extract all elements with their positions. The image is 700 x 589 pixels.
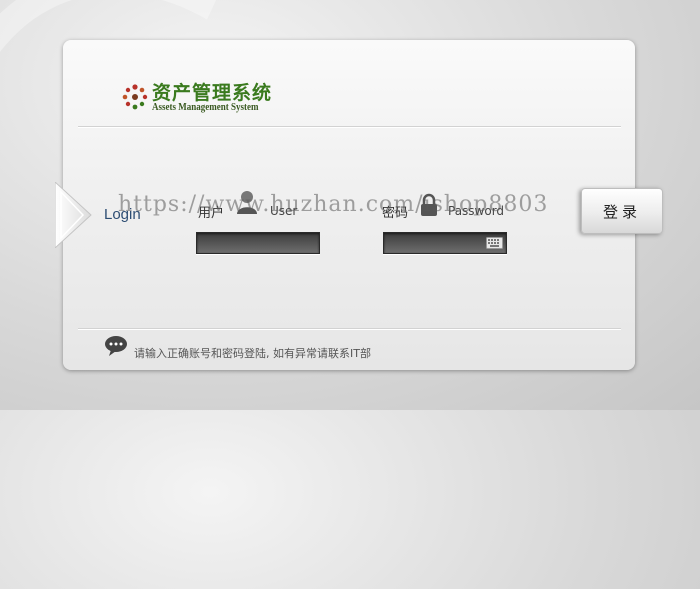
login-tip: 请输入正确账号和密码登陆, 如有异常请联系IT部 [134, 347, 371, 360]
logo-dots-icon [122, 84, 148, 110]
watermark-text: https://www.huzhan.com/ishop8803 [118, 192, 549, 217]
chat-bubble-icon [105, 336, 127, 356]
app-logo: 资产管理系统 Assets Management System [122, 78, 292, 118]
login-button[interactable]: 登录 [581, 188, 663, 234]
login-arrow-tab [55, 182, 92, 248]
logo-subtitle: Assets Management System [152, 102, 259, 113]
bottom-divider [78, 328, 621, 330]
top-divider [78, 126, 621, 128]
logo-title: 资产管理系统 [152, 82, 273, 104]
keyboard-icon[interactable] [486, 237, 503, 249]
username-input[interactable] [196, 232, 320, 254]
